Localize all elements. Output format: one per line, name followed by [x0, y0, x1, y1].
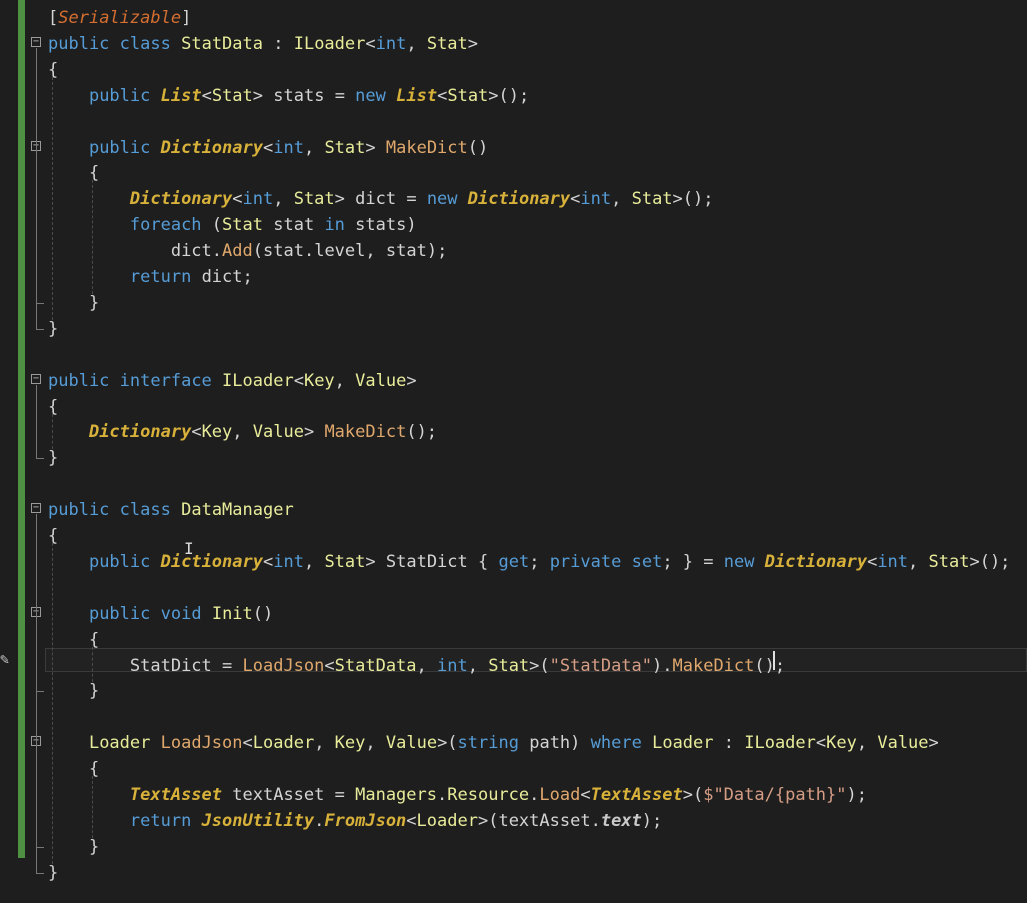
code-line[interactable]: public Dictionary<int, Stat> StatDict { …	[0, 549, 1027, 575]
code-line[interactable]: }	[0, 834, 1027, 860]
fold-bracket	[36, 617, 37, 692]
code-line[interactable]: [Serializable]	[0, 5, 1027, 31]
indent-guide	[52, 76, 53, 320]
code-line[interactable]: }	[0, 290, 1027, 316]
code-text: public List<Stat> stats = new List<Stat>…	[88, 85, 530, 106]
fold-bracket-end	[36, 458, 44, 460]
code-text: foreach (Stat stat in stats)	[129, 215, 417, 236]
code-line[interactable]: return dict;	[0, 264, 1027, 290]
fold-bracket-end	[36, 872, 44, 874]
code-line[interactable]: − public void Init()	[0, 601, 1027, 627]
code-text: }	[48, 448, 59, 469]
indent-guide	[92, 776, 93, 838]
code-text: return dict;	[129, 267, 253, 287]
indent-guide	[52, 543, 53, 864]
fold-bracket	[36, 747, 37, 847]
code-text: {	[48, 526, 59, 546]
code-line[interactable]: − public interface ILoader<Key, Value>	[0, 368, 1027, 394]
code-line[interactable]: }	[0, 316, 1027, 342]
code-line[interactable]: public List<Stat> stats = new List<Stat>…	[0, 83, 1027, 109]
indent-guide	[52, 413, 53, 450]
code-text: public Dictionary<int, Stat> MakeDict()	[88, 137, 489, 158]
code-line[interactable]: dict.Add(stat.level, stat);	[0, 238, 1027, 264]
text-caret	[773, 651, 775, 670]
code-text: Dictionary<int, Stat> dict = new Diction…	[129, 189, 714, 210]
indent-guide	[92, 646, 93, 683]
code-line[interactable]: − Loader LoadJson<Loader, Key, Value>(st…	[0, 730, 1027, 756]
fold-bracket-end	[36, 846, 44, 848]
code-line-current[interactable]: StatDict = LoadJson<StatData, int, Stat>…	[0, 653, 1027, 679]
code-line[interactable]: return JsonUtility.FromJson<Loader>(text…	[0, 808, 1027, 834]
code-line[interactable]: {	[0, 160, 1027, 186]
code-text: return JsonUtility.FromJson<Loader>(text…	[129, 810, 663, 831]
code-line[interactable]: TextAsset textAsset = Managers.Resource.…	[0, 782, 1027, 808]
text-cursor-icon: I	[184, 539, 194, 558]
code-line[interactable]: {	[0, 627, 1027, 653]
code-line[interactable]	[0, 704, 1027, 730]
pencil-icon: ✎	[0, 650, 10, 668]
fold-bracket	[36, 151, 37, 303]
code-line[interactable]: foreach (Stat stat in stats)	[0, 212, 1027, 238]
collapse-icon[interactable]: −	[31, 373, 41, 384]
code-line[interactable]: Dictionary<Key, Value> MakeDict();	[0, 419, 1027, 445]
fold-bracket-end	[36, 328, 44, 330]
code-editor[interactable]: [Serializable] − public class StatData : I…	[0, 0, 1027, 903]
code-text: {	[48, 59, 59, 80]
indent-guide	[92, 180, 93, 294]
code-line[interactable]: {	[0, 57, 1027, 83]
code-line[interactable]	[0, 109, 1027, 135]
code-text: }	[48, 862, 59, 883]
code-text: Dictionary<Key, Value> MakeDict();	[88, 422, 438, 443]
code-text: TextAsset textAsset = Managers.Resource.…	[129, 785, 867, 805]
code-line[interactable]: Dictionary<int, Stat> dict = new Diction…	[0, 186, 1027, 212]
code-line[interactable]: }	[0, 678, 1027, 704]
fold-bracket	[36, 384, 37, 459]
code-line[interactable]: − public class StatData : ILoader<int, St…	[0, 31, 1027, 57]
code-line[interactable]: }	[0, 860, 1027, 886]
code-line[interactable]: − public Dictionary<int, Stat> MakeDict(…	[0, 135, 1027, 161]
code-text: dict.Add(stat.level, stat);	[170, 241, 448, 262]
code-text: public class StatData : ILoader<int, Sta…	[48, 33, 479, 54]
code-line[interactable]: − public class DataManager	[0, 497, 1027, 523]
code-text: public void Init()	[88, 603, 274, 624]
code-text: {	[48, 396, 59, 417]
collapse-icon[interactable]: −	[31, 36, 41, 47]
code-line[interactable]	[0, 342, 1027, 368]
code-text: [Serializable]	[48, 8, 192, 28]
code-text: }	[48, 318, 59, 339]
code-line[interactable]: {	[0, 523, 1027, 549]
code-line[interactable]: {	[0, 756, 1027, 782]
code-text: public class DataManager	[48, 500, 294, 521]
code-text: Loader LoadJson<Loader, Key, Value>(stri…	[88, 733, 939, 754]
code-line[interactable]: {	[0, 394, 1027, 420]
code-line[interactable]	[0, 575, 1027, 601]
collapse-icon[interactable]: −	[31, 503, 41, 514]
code-line[interactable]	[0, 471, 1027, 497]
code-line[interactable]: }	[0, 445, 1027, 471]
code-text: StatDict = LoadJson<StatData, int, Stat>…	[129, 655, 786, 676]
code-text: public interface ILoader<Key, Value>	[48, 370, 417, 391]
fold-bracket-end	[36, 691, 44, 693]
fold-bracket-end	[36, 302, 44, 304]
